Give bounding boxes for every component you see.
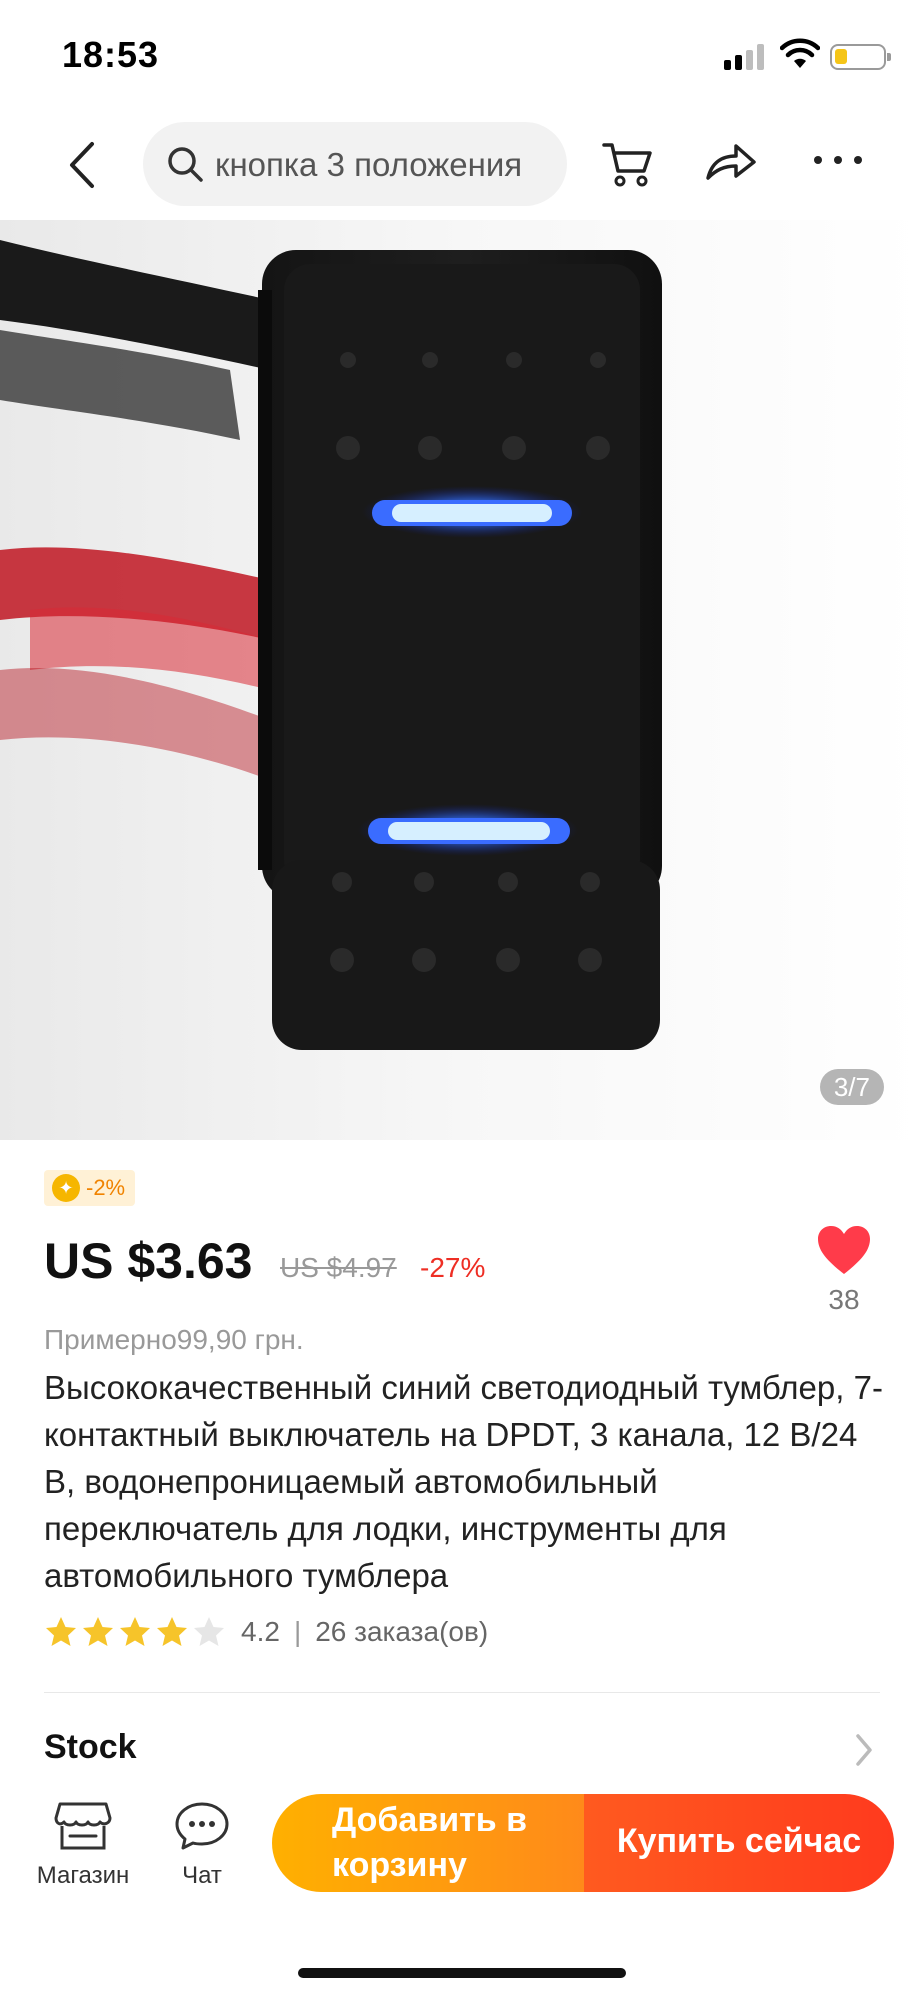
coin-icon: ✦ [52,1174,80,1202]
rocker-switch-photo [0,220,924,1140]
store-label: Магазин [36,1862,130,1889]
current-price: US $3.63 [44,1233,253,1289]
cart-icon[interactable] [600,135,656,191]
bottom-action-bar: Магазин Чат Добавить в корзину Купить се… [0,1780,924,2000]
search-query: кнопка 3 положения [215,146,523,183]
stock-row[interactable]: Stock [44,1722,884,1782]
image-counter: 3/7 [819,1069,884,1105]
rating-separator: | [293,1616,302,1647]
more-icon[interactable] [812,150,864,170]
share-icon[interactable] [704,138,758,188]
store-button[interactable]: Магазин [28,1794,138,1904]
search-bar[interactable]: кнопка 3 положения [143,122,567,206]
product-title: Высококачественный синий светодиодный ту… [44,1369,883,1594]
stock-label: Stock [44,1728,137,1766]
coupon-badge[interactable]: ✦ -2% [44,1170,136,1206]
rating-value: 4.2 [241,1616,280,1647]
discount-percent: -27% [420,1252,486,1283]
add-to-cart-button[interactable]: Добавить в корзину [272,1794,584,1892]
cellular-signal-icon [724,44,766,70]
product-image[interactable]: 3/7 [0,220,924,1140]
nav-bar: кнопка 3 положения [0,110,924,220]
coupon-text: -2% [86,1175,126,1200]
wifi-icon [780,38,820,68]
chat-label: Чат [182,1862,222,1889]
star-icon [83,1617,113,1646]
add-to-cart-label: Добавить в корзину [332,1801,528,1884]
chat-button[interactable]: Чат [160,1794,244,1904]
star-icon [120,1617,150,1646]
star-empty-icon [194,1617,224,1646]
search-icon [168,147,203,182]
orders-count: 26 заказа(ов) [315,1616,489,1647]
original-price: US $4.97 [280,1252,397,1283]
rating-row[interactable]: 4.2 | 26 заказа(ов) [44,1612,488,1652]
approx-local-price: Примерно99,90 грн. [44,1324,304,1355]
home-indicator[interactable] [298,1968,626,1978]
status-bar: 18:53 [0,0,924,110]
status-time: 18:53 [62,34,160,75]
star-icon [46,1617,76,1646]
wishlist-count: 38 [828,1284,860,1315]
battery-icon [830,44,891,70]
divider [44,1692,880,1693]
wishlist-button[interactable]: 38 [812,1224,876,1324]
heart-icon [818,1226,870,1274]
store-icon [54,1802,112,1850]
buy-now-button[interactable]: Купить сейчас [584,1794,894,1892]
star-icon [157,1617,187,1646]
buy-now-label: Купить сейчас [616,1822,862,1860]
chat-icon [175,1802,229,1850]
chevron-right-icon [856,1734,872,1766]
product-page: 18:53 кнопка 3 положения 3/7 ✦ -2% US $3… [0,0,924,2000]
back-icon[interactable] [62,140,106,190]
